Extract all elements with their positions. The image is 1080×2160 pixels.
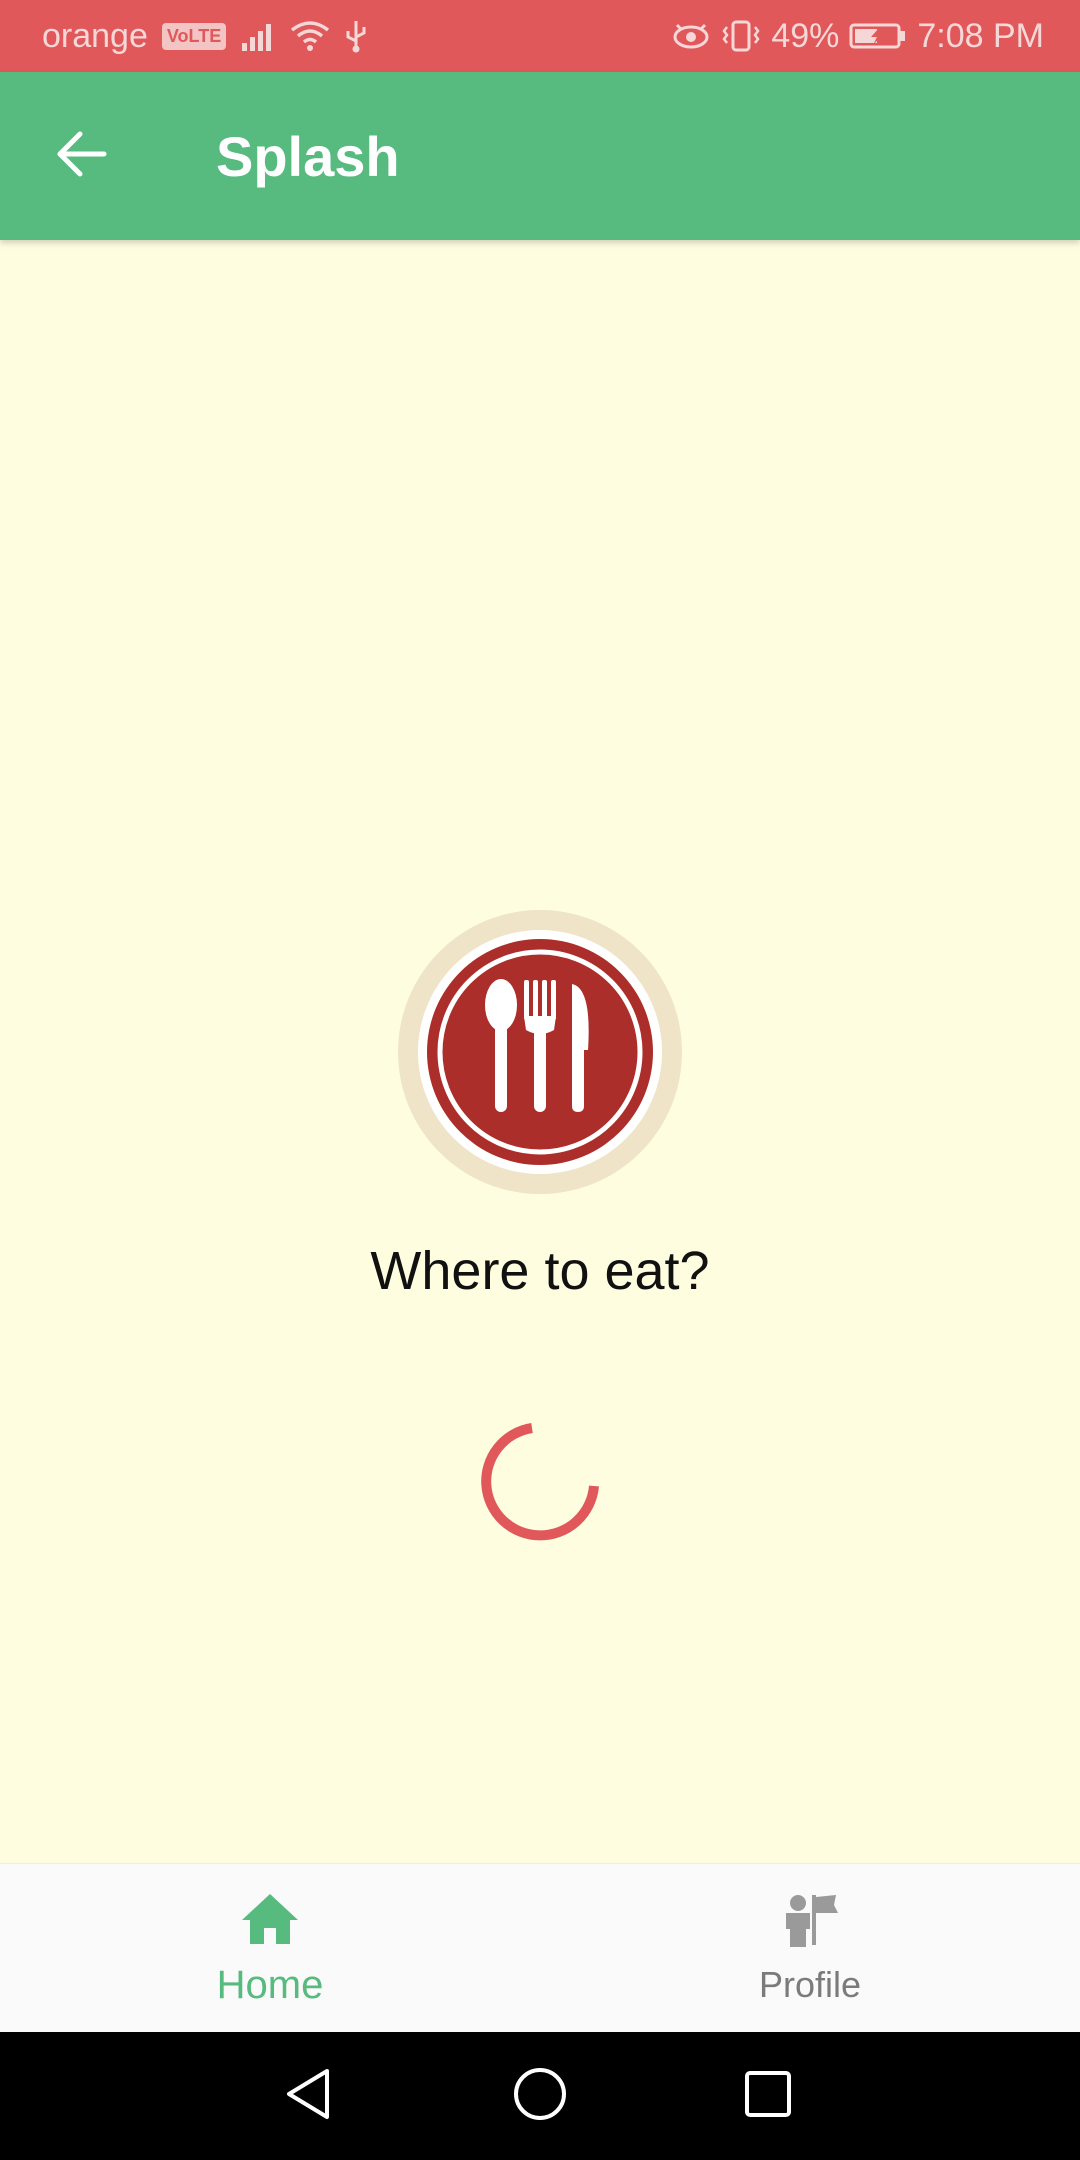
back-triangle-icon [281,2065,335,2128]
bottom-navigation: Home Profile [0,1863,1080,2033]
status-bar: orange VoLTE 49% 7:08 PM [0,0,1080,72]
battery-percent: 49% [771,16,840,55]
nav-label-profile: Profile [758,1964,862,2005]
home-circle-icon [511,2065,569,2128]
back-button[interactable] [40,114,124,198]
signal-icon [240,21,276,51]
vibrate-icon [721,19,761,53]
usb-icon [344,19,368,53]
app-bar: Splash [0,72,1080,240]
nav-label-home: Home [216,1962,324,2007]
arrow-back-icon [54,126,110,187]
splash-content: Where to eat? [0,240,1080,1863]
recents-square-icon [741,2067,795,2126]
status-right: 49% 7:08 PM [671,0,1044,72]
restaurant-cutlery-icon [398,910,682,1194]
wifi-icon [290,20,330,52]
home-icon [238,1890,302,1953]
system-back-button[interactable] [268,2056,348,2136]
carrier-name: orange [42,16,148,55]
volte-badge: VoLTE [161,22,227,50]
clock: 7:08 PM [917,16,1044,55]
battery-charging-icon [849,21,907,51]
system-recents-button[interactable] [728,2056,808,2136]
page-title: Splash [216,124,400,188]
nav-item-home[interactable]: Home [0,1864,540,2033]
system-navigation-bar [0,2032,1080,2160]
nav-item-profile[interactable]: Profile [540,1864,1080,2033]
tagline: Where to eat? [370,1241,710,1301]
system-home-button[interactable] [500,2056,580,2136]
profile-icon [780,1891,840,1954]
status-left: orange VoLTE [42,0,368,72]
eye-icon [671,21,711,51]
loading-spinner [478,1418,602,1542]
